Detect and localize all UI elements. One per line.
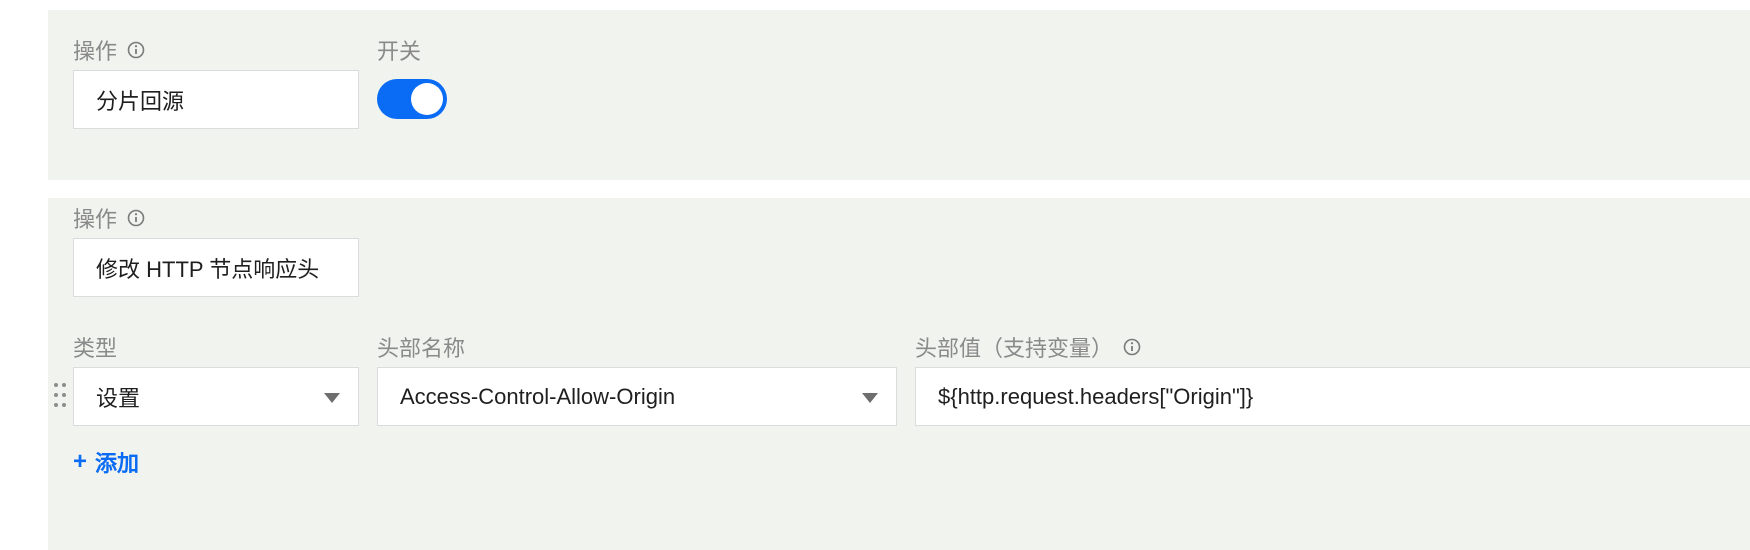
operation-label: 操作 [73, 202, 145, 234]
header-name-value: Access-Control-Allow-Origin [400, 383, 676, 409]
header-name-label-text: 头部名称 [377, 336, 466, 361]
type-value: 设置 [96, 385, 141, 411]
header-value-input[interactable]: ${http.request.headers["Origin"]} [915, 367, 1750, 426]
operation-value: 修改 HTTP 节点响应头 [96, 256, 320, 282]
drag-handle-icon[interactable] [53, 382, 67, 408]
type-select[interactable]: 设置 [73, 367, 359, 426]
operation-label: 操作 [73, 34, 145, 66]
header-name-select[interactable]: Access-Control-Allow-Origin [377, 367, 897, 426]
switch-knob [411, 83, 443, 115]
info-icon[interactable] [127, 41, 145, 59]
header-value-label-text: 头部值（支持变量） [915, 336, 1114, 361]
caret-down-icon [862, 392, 878, 403]
operation-value: 分片回源 [96, 88, 185, 114]
switch-label-text: 开关 [377, 39, 422, 64]
operation-label-text: 操作 [73, 207, 118, 232]
type-label-text: 类型 [73, 336, 118, 361]
switch-toggle[interactable] [377, 79, 447, 119]
add-label: 添加 [95, 451, 140, 476]
rule-panel-slice-origin: 操作 分片回源 开关 [48, 10, 1750, 180]
info-icon[interactable] [127, 209, 145, 227]
rule-panel-response-header: 操作 修改 HTTP 节点响应头 类型 头部名称 头部值（支持变量） 设置 Ac… [48, 198, 1750, 550]
switch-label: 开关 [377, 34, 421, 66]
type-label: 类型 [73, 331, 117, 363]
operation-field[interactable]: 分片回源 [73, 70, 359, 129]
header-name-label: 头部名称 [377, 331, 465, 363]
info-icon[interactable] [1123, 338, 1141, 356]
header-value-value: ${http.request.headers["Origin"]} [938, 383, 1254, 409]
operation-label-text: 操作 [73, 39, 118, 64]
operation-field[interactable]: 修改 HTTP 节点响应头 [73, 238, 359, 297]
header-value-label: 头部值（支持变量） [915, 331, 1141, 363]
plus-icon: + [73, 448, 88, 475]
add-button[interactable]: + 添加 [73, 446, 139, 478]
caret-down-icon [324, 392, 340, 403]
